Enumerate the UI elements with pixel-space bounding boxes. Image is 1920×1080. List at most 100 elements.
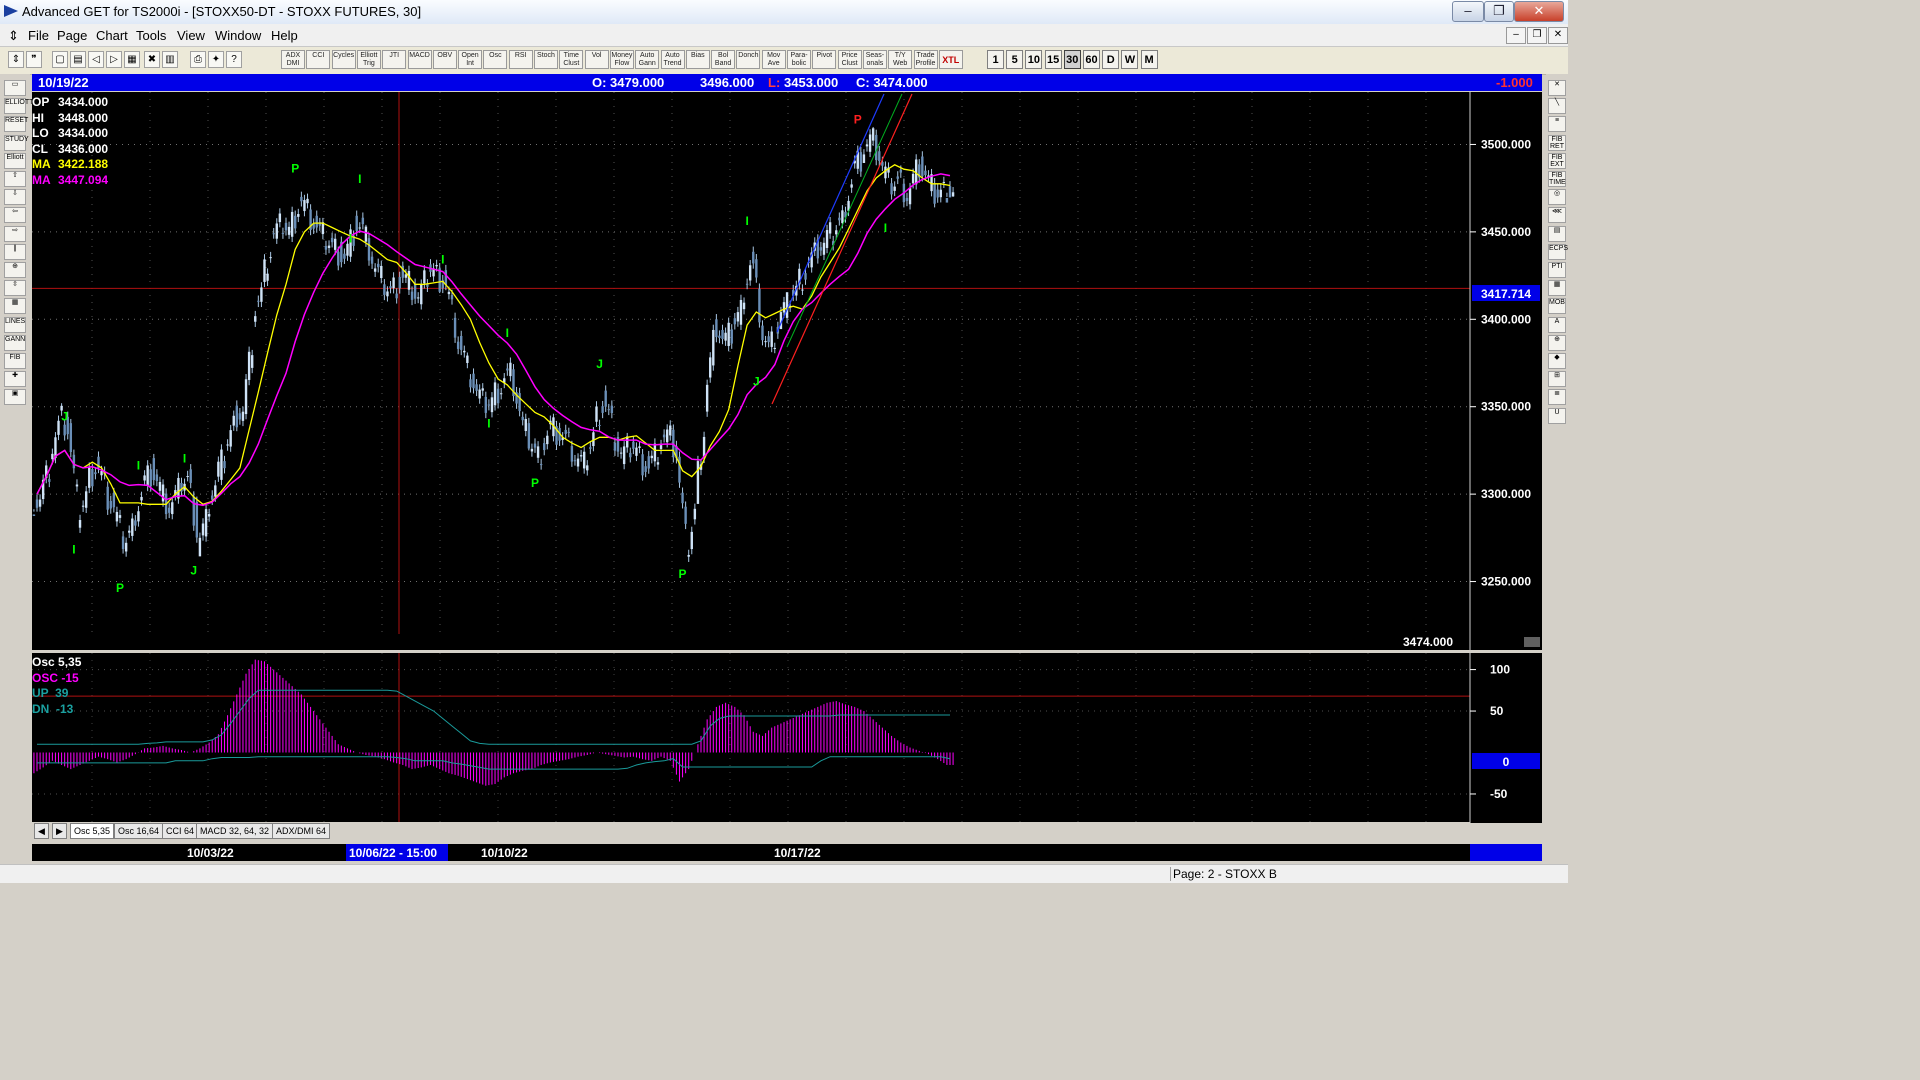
- table-icon[interactable]: ▥: [162, 51, 178, 68]
- left-tool-1[interactable]: ELLIOTT: [4, 98, 33, 115]
- right-tool-3[interactable]: FIB RET: [1548, 134, 1566, 151]
- price-chart[interactable]: J I P I I J P I I I I I P J P I J P I 3250.000 3300.000 3350…: [32, 92, 1542, 650]
- study-button-21[interactable]: Pivot: [812, 50, 837, 69]
- price-chart-svg[interactable]: J I P I I J P I I I I I P J P I J P I 3250.000 3300.000 3350…: [32, 92, 1542, 650]
- study-button-14[interactable]: Auto Gann: [635, 50, 660, 69]
- right-tool-18[interactable]: U: [1548, 407, 1566, 424]
- right-tool-12[interactable]: MOB: [1548, 298, 1566, 315]
- oscillator-panel[interactable]: 100 50 -50 0 Osc 5,35 OSC -15 UP 39 DN -13: [32, 653, 1542, 823]
- left-tool-4[interactable]: Elliott: [4, 152, 26, 169]
- right-tool-0[interactable]: ✕: [1548, 80, 1566, 96]
- menu-file[interactable]: File: [28, 28, 49, 43]
- right-tool-13[interactable]: A: [1548, 316, 1566, 333]
- right-tool-17[interactable]: ≣: [1548, 389, 1566, 406]
- study-button-5[interactable]: MACD: [407, 50, 432, 69]
- right-tool-16[interactable]: ⊞: [1548, 371, 1566, 388]
- interval-button-10[interactable]: 10: [1025, 50, 1043, 69]
- interval-button-1[interactable]: 1: [987, 50, 1004, 69]
- forward-icon[interactable]: ▷: [106, 51, 122, 68]
- right-tool-7[interactable]: ⋘: [1548, 207, 1566, 224]
- left-tool-11[interactable]: ⇳: [4, 280, 26, 297]
- back-icon[interactable]: ◁: [88, 51, 104, 68]
- mdi-restore-button[interactable]: ❐: [1527, 27, 1547, 44]
- study-button-26[interactable]: XTL: [938, 50, 963, 69]
- tab-scroll-left[interactable]: ◀: [34, 823, 49, 839]
- left-tool-12[interactable]: ▦: [4, 298, 26, 315]
- study-button-7[interactable]: Open Int: [458, 50, 483, 69]
- study-button-24[interactable]: T/Y Web: [888, 50, 913, 69]
- left-tool-10[interactable]: ⊕: [4, 262, 26, 278]
- menu-page[interactable]: Page: [57, 28, 87, 43]
- left-tool-5[interactable]: ⇧: [4, 171, 26, 187]
- interval-button-W[interactable]: W: [1121, 50, 1139, 69]
- study-button-19[interactable]: Mov Ave: [761, 50, 786, 69]
- study-button-3[interactable]: Elliott Trig: [356, 50, 381, 69]
- right-tool-2[interactable]: ≡: [1548, 116, 1566, 133]
- tab-scroll-right[interactable]: ▶: [52, 823, 67, 839]
- right-tool-6[interactable]: ◎: [1548, 189, 1566, 206]
- print-icon[interactable]: ⎙: [190, 51, 206, 68]
- help-icon[interactable]: ?: [226, 51, 242, 68]
- menu-chart[interactable]: Chart: [96, 28, 128, 43]
- study-button-15[interactable]: Auto Trend: [660, 50, 685, 69]
- left-tool-6[interactable]: ⇩: [4, 189, 26, 206]
- tab-study-0[interactable]: Osc 5,35: [70, 823, 115, 839]
- interval-button-D[interactable]: D: [1102, 50, 1120, 69]
- left-tool-15[interactable]: FIB: [4, 353, 26, 369]
- grid-icon[interactable]: ▦: [124, 51, 140, 68]
- study-button-22[interactable]: Price Clust: [837, 50, 862, 69]
- left-tool-13[interactable]: LINES: [4, 316, 26, 333]
- tab-study-3[interactable]: MACD 32, 64, 32: [196, 823, 274, 839]
- left-tool-9[interactable]: ∥: [4, 243, 26, 260]
- left-tool-14[interactable]: GANN: [4, 334, 26, 351]
- bulb-icon[interactable]: ✦: [208, 51, 224, 68]
- left-tool-8[interactable]: ⇨: [4, 225, 26, 242]
- menu-window[interactable]: Window: [215, 28, 261, 43]
- right-tool-8[interactable]: ▤: [1548, 225, 1566, 242]
- cross-icon[interactable]: ✖: [144, 51, 160, 68]
- tab-study-2[interactable]: CCI 64: [162, 823, 199, 839]
- left-tool-16[interactable]: ✚: [4, 371, 26, 388]
- study-button-6[interactable]: OBV: [432, 50, 457, 69]
- study-button-17[interactable]: Bol Band: [711, 50, 736, 69]
- mdi-close-button[interactable]: ✕: [1548, 27, 1568, 44]
- menu-tools[interactable]: Tools: [136, 28, 166, 43]
- study-button-20[interactable]: Para-bolic: [787, 50, 811, 69]
- right-tool-5[interactable]: FIB TIME: [1548, 171, 1566, 187]
- right-tool-4[interactable]: FIB EXT: [1548, 152, 1566, 169]
- close-button[interactable]: ✕: [1514, 1, 1564, 22]
- interval-button-60[interactable]: 60: [1083, 50, 1100, 69]
- study-button-25[interactable]: Trade Profile: [913, 50, 938, 69]
- study-button-0[interactable]: ADX DMI: [281, 50, 305, 69]
- left-tool-17[interactable]: ▣: [4, 389, 26, 406]
- study-button-4[interactable]: JTI: [382, 50, 407, 69]
- study-button-9[interactable]: RSI: [508, 50, 533, 69]
- right-tool-14[interactable]: ⊕: [1548, 334, 1566, 351]
- right-tool-11[interactable]: ▦: [1548, 280, 1566, 297]
- right-tool-10[interactable]: PTI: [1548, 262, 1566, 278]
- interval-button-15[interactable]: 15: [1044, 50, 1062, 69]
- study-button-16[interactable]: Bias: [685, 50, 710, 69]
- menu-view[interactable]: View: [177, 28, 205, 43]
- new-icon[interactable]: ▢: [52, 51, 68, 68]
- pointer-icon[interactable]: ⇕: [8, 51, 24, 68]
- interval-button-30[interactable]: 30: [1063, 50, 1081, 69]
- study-button-12[interactable]: Vol: [584, 50, 609, 69]
- left-tool-7[interactable]: ⇦: [4, 207, 26, 224]
- tab-study-4[interactable]: ADX/DMI 64: [272, 823, 331, 839]
- interval-button-M[interactable]: M: [1140, 50, 1158, 69]
- study-button-8[interactable]: Osc: [483, 50, 508, 69]
- doc-icon[interactable]: ⇕: [8, 28, 19, 44]
- right-tool-9[interactable]: ECPS: [1548, 243, 1568, 260]
- study-button-13[interactable]: Money Flow: [609, 50, 634, 69]
- quote-icon[interactable]: ❞: [26, 51, 42, 68]
- minimize-button[interactable]: –: [1452, 1, 1484, 22]
- right-tool-15[interactable]: ◆: [1548, 353, 1566, 369]
- interval-button-5[interactable]: 5: [1006, 50, 1024, 69]
- study-button-10[interactable]: Stoch: [534, 50, 558, 69]
- left-tool-2[interactable]: RESET: [4, 116, 28, 133]
- scale-icon[interactable]: [1524, 637, 1540, 647]
- study-button-1[interactable]: CCI: [306, 50, 331, 69]
- open-icon[interactable]: ▤: [70, 51, 86, 68]
- study-button-11[interactable]: Time Clust: [559, 50, 584, 69]
